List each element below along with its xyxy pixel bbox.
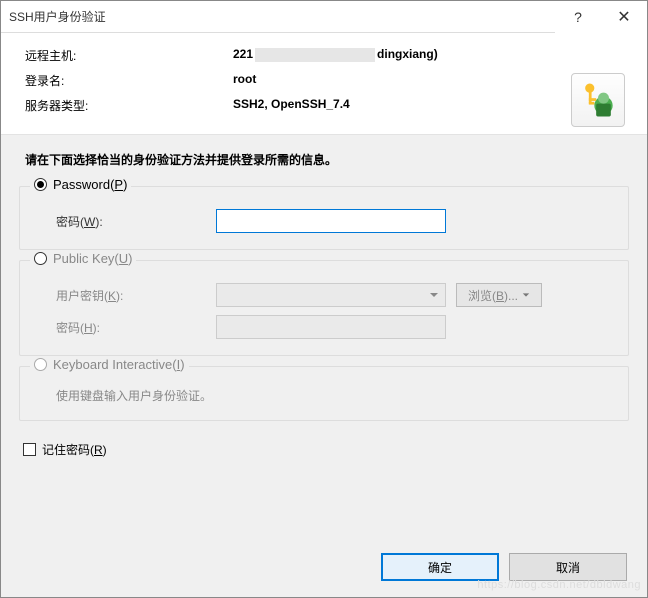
label-remote-host: 远程主机: [25, 47, 233, 64]
legend-keyboard: Keyboard Interactive(I) [30, 357, 189, 372]
value-login-name: root [233, 72, 256, 89]
cancel-button[interactable]: 取消 [509, 553, 627, 581]
header-grid: 远程主机: 221dingxiang) 登录名: root 服务器类型: SSH… [25, 47, 623, 122]
legend-publickey-label: Public Key(U) [53, 251, 132, 266]
remember-row[interactable]: 记住密码(R) [23, 441, 625, 458]
password-input[interactable] [216, 209, 446, 233]
label-server-type: 服务器类型: [25, 97, 233, 114]
chevron-down-icon [429, 290, 439, 300]
radio-publickey[interactable] [34, 252, 47, 265]
dropdown-arrow-icon [522, 291, 530, 299]
value-remote-host: 221dingxiang) [233, 47, 438, 64]
browse-label: 浏览(B)... [468, 287, 518, 304]
dialog-window: SSH用户身份验证 ? ✕ 远程主机: 221dingxiang) 登录名: r… [0, 0, 648, 598]
ok-button[interactable]: 确定 [381, 553, 499, 581]
auth-icon [571, 73, 625, 127]
label-password: 密码(W): [56, 213, 216, 230]
legend-publickey[interactable]: Public Key(U) [30, 251, 136, 266]
button-row: 确定 取消 [1, 539, 647, 597]
browse-button: 浏览(B)... [456, 283, 542, 307]
window-title: SSH用户身份验证 [9, 8, 106, 25]
legend-password-label: Password(P) [53, 177, 127, 192]
info-row-remote-host: 远程主机: 221dingxiang) [25, 47, 623, 64]
legend-keyboard-label: Keyboard Interactive(I) [53, 357, 185, 372]
info-row-login-name: 登录名: root [25, 72, 623, 89]
remember-label: 记住密码(R) [42, 441, 107, 458]
radio-password[interactable] [34, 178, 47, 191]
label-login-name: 登录名: [25, 72, 233, 89]
help-button[interactable]: ? [555, 1, 601, 33]
label-pk-password: 密码(H): [56, 319, 216, 336]
label-userkey: 用户密钥(K): [56, 287, 216, 304]
row-userkey: 用户密钥(K): 浏览(B)... [56, 283, 612, 307]
group-password: Password(P) 密码(W): [19, 186, 629, 250]
remember-checkbox[interactable] [23, 443, 36, 456]
header-info: 远程主机: 221dingxiang) 登录名: root 服务器类型: SSH… [1, 33, 647, 134]
legend-password[interactable]: Password(P) [30, 177, 131, 192]
pk-password-input [216, 315, 446, 339]
value-server-type: SSH2, OpenSSH_7.4 [233, 97, 350, 114]
group-publickey: Public Key(U) 用户密钥(K): 浏览(B)... 密码(H): [19, 260, 629, 356]
userkey-dropdown [216, 283, 446, 307]
close-button[interactable]: ✕ [601, 1, 647, 33]
obscured-host-segment [255, 48, 375, 62]
row-password: 密码(W): [56, 209, 612, 233]
row-pk-password: 密码(H): [56, 315, 612, 339]
keyboard-desc: 使用键盘输入用户身份验证。 [56, 387, 612, 404]
group-keyboard: Keyboard Interactive(I) 使用键盘输入用户身份验证。 [19, 366, 629, 421]
titlebar: SSH用户身份验证 ? ✕ [1, 1, 647, 33]
info-row-server-type: 服务器类型: SSH2, OpenSSH_7.4 [25, 97, 623, 114]
radio-keyboard [34, 358, 47, 371]
